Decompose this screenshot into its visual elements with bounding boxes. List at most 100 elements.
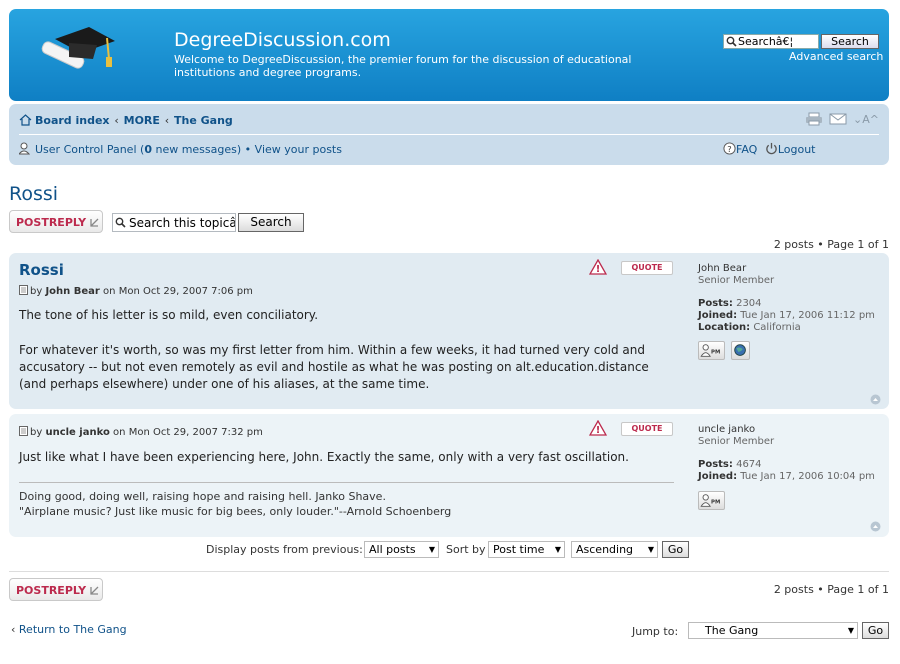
post-reply-button[interactable]: POSTREPLY — [9, 210, 103, 233]
crumb-more[interactable]: MORE — [124, 114, 160, 127]
sort-order-select[interactable]: Ascending ▼ — [571, 541, 658, 558]
pm-button[interactable]: PM — [698, 341, 725, 360]
back-to-top-icon[interactable] — [870, 394, 881, 405]
jump-to-label: Jump to: — [632, 625, 679, 638]
sort-order-value: Ascending — [576, 543, 634, 556]
profile-username[interactable]: John Bear — [698, 263, 883, 275]
post-profile: uncle janko Senior Member Posts: 4674 Jo… — [698, 424, 883, 483]
post-profile: John Bear Senior Member Posts: 2304 Join… — [698, 263, 883, 334]
sort-by-value: Post time — [493, 543, 545, 556]
divider — [9, 571, 889, 572]
site-description: Welcome to DegreeDiscussion, the premier… — [174, 53, 632, 79]
font-size-toggle[interactable]: ⌄A^ — [853, 113, 879, 126]
website-button[interactable] — [731, 341, 750, 360]
advanced-search-link[interactable]: Advanced search — [789, 50, 883, 63]
view-your-posts-link[interactable]: View your posts — [255, 143, 342, 156]
post-date: Mon Oct 29, 2007 7:06 pm — [118, 286, 253, 297]
sort-by-select[interactable]: Post time ▼ — [488, 541, 565, 558]
new-messages-link[interactable]: new messages — [155, 143, 236, 156]
profile-username[interactable]: uncle janko — [698, 424, 883, 436]
crumb-separator: ‹ — [114, 114, 119, 127]
posts-label: Posts: — [698, 459, 733, 470]
site-title[interactable]: DegreeDiscussion.com — [174, 29, 391, 51]
post-meta: by uncle janko on Mon Oct 29, 2007 7:32 … — [19, 426, 263, 438]
svg-text:!: ! — [596, 264, 601, 275]
sort-go-button[interactable]: Go — [662, 541, 689, 558]
display-posts-select[interactable]: All posts ▼ — [364, 541, 439, 558]
header-search-input[interactable]: Searchâ€¦ — [723, 34, 819, 49]
faq-link[interactable]: FAQ — [736, 143, 757, 156]
topic-search-input[interactable]: Search this topicâ€¦ — [112, 213, 236, 232]
post-paragraph: For whatever it's worth, so was my first… — [19, 343, 649, 391]
quote-button[interactable]: QUOTE — [621, 261, 673, 275]
post-content: Just like what I have been experiencing … — [19, 449, 674, 466]
by-label: by — [30, 427, 43, 438]
post-date: Mon Oct 29, 2007 7:32 pm — [128, 427, 263, 438]
report-icon[interactable]: ! — [589, 259, 607, 275]
email-icon[interactable] — [829, 112, 847, 126]
profile-rank: Senior Member — [698, 436, 775, 447]
post-reply-label: POSTREPLY — [16, 584, 87, 597]
font-size-icon: A — [862, 112, 870, 126]
post-meta: by John Bear on Mon Oct 29, 2007 7:06 pm — [19, 285, 253, 297]
logout-link[interactable]: Logout — [778, 143, 816, 156]
crumb-board-index[interactable]: Board index — [35, 114, 110, 127]
pm-icon: PM — [700, 344, 720, 357]
profile-post-count[interactable]: 4674 — [736, 459, 761, 470]
ucp-link[interactable]: User Control Panel — [35, 143, 137, 156]
signature-line: Doing good, doing well, raising hope and… — [19, 490, 386, 503]
header-search-button[interactable]: Search — [821, 34, 879, 49]
joined-label: Joined: — [698, 471, 738, 482]
crumb-separator: ‹ — [164, 114, 170, 127]
report-icon[interactable]: ! — [589, 420, 607, 436]
on-label: on — [113, 427, 126, 438]
search-icon — [115, 217, 126, 228]
pagination-info: 2 posts • Page 1 of 1 — [773, 583, 889, 596]
display-posts-label: Display posts from previous: — [206, 543, 363, 556]
topic-title[interactable]: Rossi — [9, 183, 58, 205]
quote-button[interactable]: QUOTE — [621, 422, 673, 436]
breadcrumb: Board index ‹ MORE ‹ The Gang — [19, 114, 233, 127]
profile-rank: Senior Member — [698, 275, 775, 286]
location-label: Location: — [698, 322, 751, 333]
search-icon — [726, 36, 737, 47]
jump-to-value: The Gang — [705, 624, 759, 637]
profile-joined: Tue Jan 17, 2006 11:12 pm — [740, 310, 875, 321]
post-author[interactable]: John Bear — [45, 286, 99, 297]
post: Rossi ! QUOTE by John Bear on Mon Oct 29… — [9, 253, 889, 409]
svg-text:?: ? — [727, 144, 731, 154]
svg-text:PM: PM — [711, 350, 720, 356]
post: ! QUOTE by uncle janko on Mon Oct 29, 20… — [9, 414, 889, 537]
back-to-top-icon[interactable] — [870, 521, 881, 532]
graduation-cap-logo[interactable] — [35, 23, 121, 81]
joined-label: Joined: — [698, 310, 738, 321]
svg-text:PM: PM — [711, 500, 720, 506]
sort-by-label: Sort by — [446, 543, 486, 556]
posts-label: Posts: — [698, 298, 733, 309]
post-author[interactable]: uncle janko — [45, 427, 109, 438]
profile-post-count[interactable]: 2304 — [736, 298, 761, 309]
crumb-the-gang[interactable]: The Gang — [174, 114, 233, 127]
topic-search-button[interactable]: Search — [238, 213, 304, 232]
quote-label: QUOTE — [631, 263, 663, 272]
globe-icon — [734, 344, 746, 356]
power-icon — [766, 142, 777, 155]
new-messages-count[interactable]: 0 — [144, 143, 152, 156]
post-reply-button[interactable]: POSTREPLY — [9, 578, 103, 601]
return-label: Return to The Gang — [18, 623, 127, 636]
post-icon[interactable] — [19, 285, 28, 295]
page-tools: ⌄A^ — [805, 112, 879, 126]
return-link[interactable]: ‹ Return to The Gang — [11, 623, 127, 636]
post-content: The tone of his letter is so mild, even … — [19, 307, 674, 393]
jump-go-button[interactable]: Go — [862, 622, 889, 639]
print-icon[interactable] — [805, 112, 823, 126]
signature-line: "Airplane music? Just like music for big… — [19, 505, 452, 518]
post-icon[interactable] — [19, 426, 28, 436]
post-subject[interactable]: Rossi — [19, 261, 64, 279]
pm-button[interactable]: PM — [698, 491, 725, 510]
post-paragraph: The tone of his letter is so mild, even … — [19, 308, 319, 322]
jump-to-select[interactable]: The Gang ▼ — [688, 622, 858, 639]
pm-icon: PM — [700, 494, 720, 507]
display-posts-value: All posts — [369, 543, 416, 556]
on-label: on — [103, 286, 116, 297]
